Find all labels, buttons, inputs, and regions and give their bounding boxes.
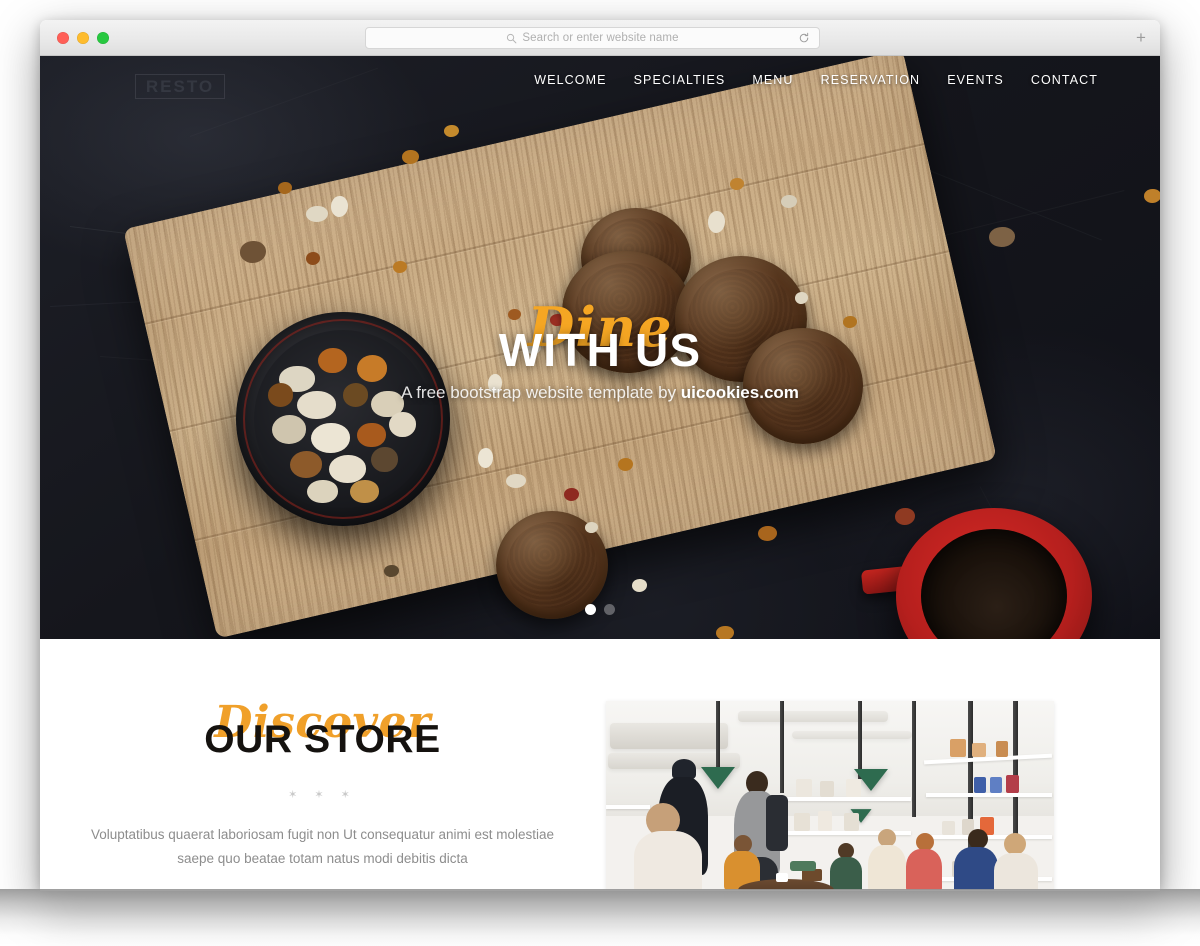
page-root: Search or enter website name + RESTO WEL… [0, 0, 1200, 946]
new-tab-button[interactable]: + [1130, 27, 1152, 49]
site-navbar: RESTO WELCOME SPECIALTIES MENU RESERVATI… [40, 56, 1160, 114]
discover-store-section: Discover OUR STORE ✶ ✶ ✶ Voluptatibus qu… [40, 639, 1160, 890]
reload-icon[interactable] [798, 32, 810, 44]
person [954, 847, 998, 890]
minimize-button[interactable] [77, 31, 89, 44]
close-button[interactable] [57, 31, 69, 44]
hero-caption: Dine WITH US A free bootstrap website te… [40, 300, 1160, 403]
nav-item-contact[interactable]: CONTACT [1031, 73, 1098, 87]
carousel-dot-1[interactable] [585, 604, 596, 615]
nav-item-welcome[interactable]: WELCOME [534, 73, 606, 87]
hero-subtitle-prefix: A free bootstrap website template by [401, 383, 681, 403]
site-logo[interactable]: RESTO [135, 74, 225, 99]
hero-subtitle: A free bootstrap website template by uic… [40, 383, 1160, 403]
star-divider: ✶ ✶ ✶ [288, 789, 357, 802]
site-logo-text: RESTO [145, 76, 215, 96]
window-controls [57, 31, 109, 44]
carousel-indicators [40, 604, 1160, 615]
person [634, 831, 702, 890]
nav-item-menu[interactable]: MENU [752, 73, 793, 87]
address-bar[interactable]: Search or enter website name [365, 27, 820, 49]
store-description: Voluptatibus quaerat laboriosam fugit no… [90, 827, 555, 866]
store-photo [606, 701, 1054, 890]
address-bar-placeholder: Search or enter website name [522, 32, 679, 44]
cafe-interior-image [606, 701, 1054, 890]
store-title: OUR STORE [204, 718, 441, 761]
search-icon [507, 33, 517, 43]
mug-body [896, 508, 1092, 639]
hero-subtitle-brand: uicookies.com [680, 383, 799, 403]
nav-item-specialties[interactable]: SPECIALTIES [634, 73, 726, 87]
person [994, 853, 1038, 890]
store-text-column: Discover OUR STORE ✶ ✶ ✶ Voluptatibus qu… [40, 701, 605, 871]
page-viewport: RESTO WELCOME SPECIALTIES MENU RESERVATI… [40, 56, 1160, 890]
zoom-button[interactable] [97, 31, 109, 44]
hero-carousel: RESTO WELCOME SPECIALTIES MENU RESERVATI… [40, 56, 1160, 639]
browser-titlebar: Search or enter website name + [40, 20, 1160, 56]
window-bottom-fade [0, 889, 1200, 946]
nav-item-events[interactable]: EVENTS [947, 73, 1004, 87]
pendant-lamp [701, 767, 735, 789]
address-bar-inner: Search or enter website name [506, 32, 679, 44]
hero-title: WITH US [498, 324, 702, 376]
nav-links: WELCOME SPECIALTIES MENU RESERVATION EVE… [534, 73, 1098, 87]
carousel-dot-2[interactable] [604, 604, 615, 615]
coffee-mug [860, 508, 1092, 639]
nav-item-reservation[interactable]: RESERVATION [821, 73, 921, 87]
browser-window: Search or enter website name + RESTO WEL… [40, 20, 1160, 891]
mug-coffee [921, 529, 1067, 639]
